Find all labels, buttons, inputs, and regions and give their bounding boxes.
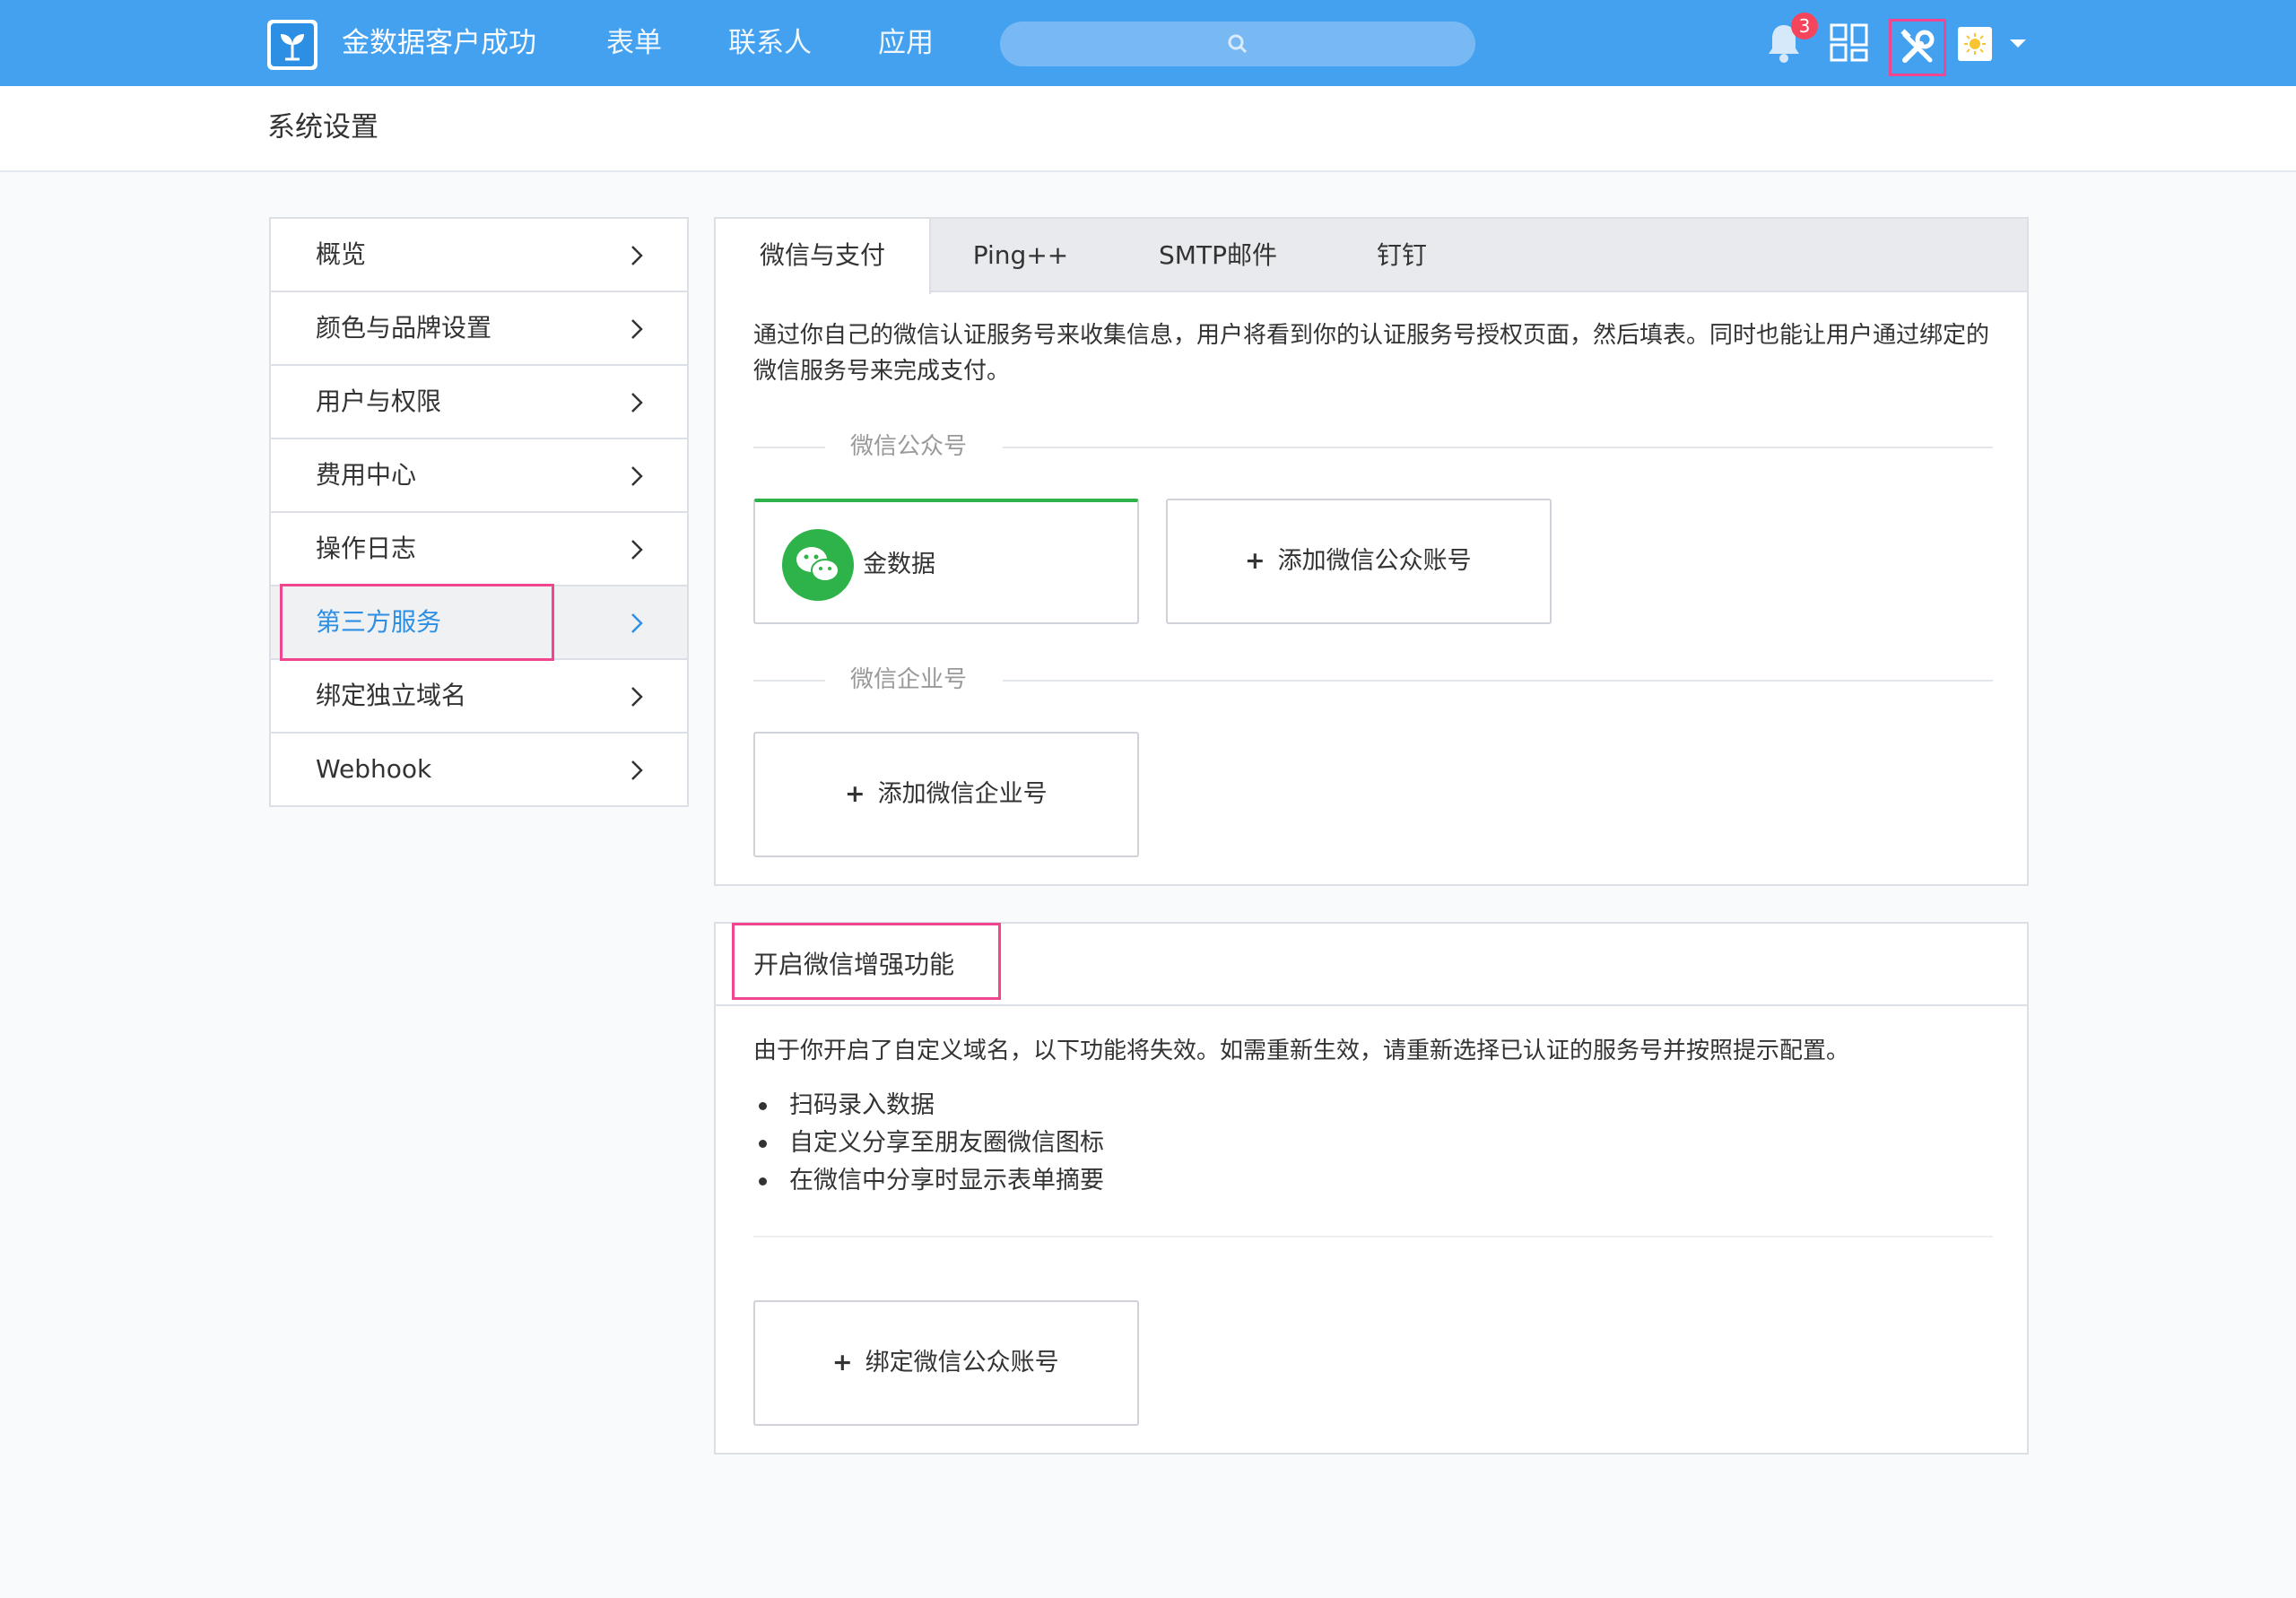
tab-bar: 微信与支付 Ping++ SMTP邮件 钉钉 xyxy=(716,219,2027,294)
sidebar-item-label: 绑定独立域名 xyxy=(316,681,467,710)
chevron-right-icon xyxy=(631,613,643,633)
enhance-description: 由于你开启了自定义域名，以下功能将失效。如需重新生效，请重新选择已认证的服务号并… xyxy=(753,1038,1850,1064)
tab-pingpp[interactable]: Ping++ xyxy=(931,219,1110,292)
button-label: 添加微信企业号 xyxy=(877,780,1048,808)
apps-grid-icon[interactable] xyxy=(1830,23,1869,63)
button-label: 添加微信公众账号 xyxy=(1277,547,1472,575)
divider xyxy=(753,1236,1993,1238)
sidebar-item-billing[interactable]: 费用中心 xyxy=(271,439,687,513)
wechat-description: 通过你自己的微信认证服务号来收集信息，用户将看到你的认证服务号授权页面，然后填表… xyxy=(753,322,1990,385)
search-input[interactable] xyxy=(1000,22,1475,66)
wechat-account-card[interactable]: 金数据 xyxy=(753,499,1139,624)
plus-icon: + xyxy=(832,1349,853,1377)
feature-list: 扫码录入数据 自定义分享至朋友圈微信图标 在微信中分享时显示表单摘要 xyxy=(753,1087,1104,1200)
sidebar-item-label: 费用中心 xyxy=(316,460,417,490)
highlight-box xyxy=(732,923,1001,1000)
page-title: 系统设置 xyxy=(267,111,378,143)
sidebar-item-overview[interactable]: 概览 xyxy=(271,219,687,292)
tab-dingtalk[interactable]: 钉钉 xyxy=(1326,219,1478,292)
page-header: 系统设置 xyxy=(0,86,2296,172)
add-official-account-button[interactable]: + 添加微信公众账号 xyxy=(1166,499,1552,624)
avatar[interactable] xyxy=(1958,27,1992,61)
chevron-down-icon[interactable] xyxy=(2010,39,2026,48)
plus-icon: + xyxy=(845,780,865,808)
section-title: 微信公众号 xyxy=(850,433,968,460)
chevron-right-icon xyxy=(631,687,643,707)
wechat-enhance-panel: 开启微信增强功能 由于你开启了自定义域名，以下功能将失效。如需重新生效，请重新选… xyxy=(714,922,2029,1455)
chevron-right-icon xyxy=(631,319,643,339)
list-item: 在微信中分享时显示表单摘要 xyxy=(753,1162,1104,1200)
sidebar-item-label: 概览 xyxy=(316,239,367,269)
top-navbar: 金数据客户成功 表单 联系人 应用 3 xyxy=(0,0,2296,86)
bind-official-account-button[interactable]: + 绑定微信公众账号 xyxy=(753,1300,1139,1426)
chevron-right-icon xyxy=(631,246,643,265)
account-name: 金数据 xyxy=(863,551,935,578)
search-icon xyxy=(1228,34,1248,54)
chevron-right-icon xyxy=(631,393,643,413)
sidebar-item-domain[interactable]: 绑定独立域名 xyxy=(271,660,687,734)
add-enterprise-button[interactable]: + 添加微信企业号 xyxy=(753,732,1139,857)
sidebar-item-label: 颜色与品牌设置 xyxy=(316,313,492,343)
nav-forms[interactable]: 表单 xyxy=(606,23,662,63)
nav-apps[interactable]: 应用 xyxy=(878,23,934,63)
nav-contacts[interactable]: 联系人 xyxy=(728,23,812,63)
section-divider: 微信公众号 xyxy=(753,429,1993,465)
plus-icon: + xyxy=(1245,547,1265,575)
button-label: 绑定微信公众账号 xyxy=(865,1349,1059,1377)
section-title: 微信企业号 xyxy=(850,666,968,693)
wechat-icon xyxy=(782,529,854,601)
third-party-panel: 微信与支付 Ping++ SMTP邮件 钉钉 通过你自己的微信认证服务号来收集信… xyxy=(714,217,2029,886)
list-item: 扫码录入数据 xyxy=(753,1087,1104,1125)
logo-icon[interactable] xyxy=(267,20,317,70)
sidebar-item-logs[interactable]: 操作日志 xyxy=(271,513,687,586)
highlight-box xyxy=(280,584,554,661)
chevron-right-icon xyxy=(631,540,643,560)
section-divider: 微信企业号 xyxy=(753,662,1993,698)
tab-wechat-pay[interactable]: 微信与支付 xyxy=(716,219,931,294)
sidebar-item-label: Webhook xyxy=(316,754,432,784)
notification-badge: 3 xyxy=(1791,13,1818,39)
sidebar-item-brand[interactable]: 颜色与品牌设置 xyxy=(271,292,687,366)
settings-sidebar: 概览 颜色与品牌设置 用户与权限 费用中心 操作日志 第三方服务 绑定独立域名 … xyxy=(269,217,689,807)
sidebar-item-label: 用户与权限 xyxy=(316,386,442,416)
sidebar-item-webhook[interactable]: Webhook xyxy=(271,734,687,807)
brand-name[interactable]: 金数据客户成功 xyxy=(342,23,536,63)
tab-smtp[interactable]: SMTP邮件 xyxy=(1110,219,1326,292)
list-item: 自定义分享至朋友圈微信图标 xyxy=(753,1125,1104,1162)
sidebar-item-users[interactable]: 用户与权限 xyxy=(271,366,687,439)
chevron-right-icon xyxy=(631,466,643,486)
sidebar-item-label: 操作日志 xyxy=(316,534,417,563)
chevron-right-icon xyxy=(631,760,643,780)
tools-icon[interactable] xyxy=(1889,19,1946,76)
